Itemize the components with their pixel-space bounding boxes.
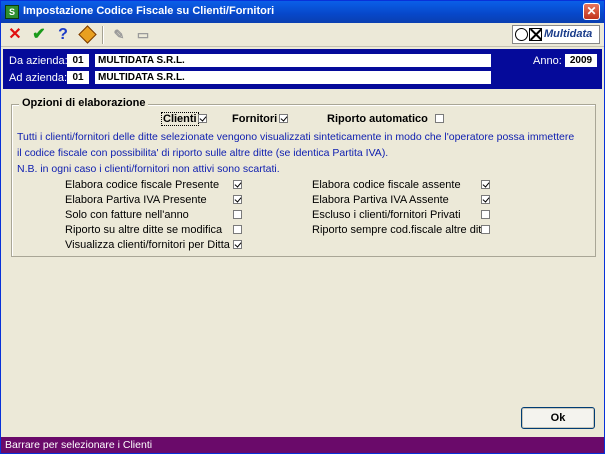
info-line-3: N.B. in ogni caso i clienti/fornitori no…: [17, 163, 280, 175]
ok-button[interactable]: Ok: [521, 407, 595, 429]
screen-button[interactable]: ▭: [133, 25, 153, 45]
info-line-1: Tutti i clienti/fornitori delle ditte se…: [17, 131, 575, 143]
da-azienda-code-field[interactable]: 01: [67, 54, 89, 67]
riporto-sempre-cf-checkbox[interactable]: [481, 225, 490, 234]
visualizza-per-ditta-checkbox[interactable]: [233, 240, 242, 249]
riporto-altre-ditte-checkbox[interactable]: [233, 225, 242, 234]
elabora-cf-presente-label: Elabora codice fiscale Presente: [65, 179, 220, 191]
app-icon: S: [5, 5, 19, 19]
close-button[interactable]: ✕: [583, 3, 600, 20]
window-title: Impostazione Codice Fiscale su Clienti/F…: [23, 5, 275, 17]
x-icon: ✕: [8, 26, 22, 43]
brand-circle-icon: [515, 28, 528, 41]
anno-label: Anno:: [533, 55, 562, 67]
elabora-cf-presente-checkbox[interactable]: [233, 180, 242, 189]
elabora-piva-assente-label: Elabora Partiva IVA Assente: [312, 194, 449, 206]
elabora-cf-assente-checkbox[interactable]: [481, 180, 490, 189]
options-group-title: Opzioni di elaborazione: [19, 97, 149, 109]
ad-azienda-code-field[interactable]: 01: [67, 71, 89, 84]
visualizza-per-ditta-label: Visualizza clienti/fornitori per Ditta: [65, 239, 230, 251]
fornitori-label: Fornitori: [232, 113, 278, 125]
elabora-piva-assente-checkbox[interactable]: [481, 195, 490, 204]
ad-azienda-name-field: MULTIDATA S.R.L.: [95, 71, 491, 84]
riporto-altre-ditte-label: Riporto su altre ditte se modifica: [65, 224, 223, 236]
cancel-button[interactable]: ✕: [5, 25, 25, 45]
clienti-checkbox[interactable]: [198, 114, 207, 123]
tool-button[interactable]: [77, 25, 97, 45]
checkmark-icon: ✔: [32, 26, 46, 43]
brand-x-box-icon: [529, 28, 542, 41]
elabora-cf-assente-label: Elabora codice fiscale assente: [312, 179, 461, 191]
clienti-label: Clienti: [161, 112, 199, 126]
status-bar: Barrare per selezionare i Clienti: [1, 437, 604, 453]
escluso-privati-checkbox[interactable]: [481, 210, 490, 219]
edit-button[interactable]: ✎: [109, 25, 129, 45]
notepad-icon: ✎: [113, 27, 125, 42]
title-bar[interactable]: S Impostazione Codice Fiscale su Clienti…: [1, 1, 604, 23]
solo-fatture-anno-checkbox[interactable]: [233, 210, 242, 219]
elabora-piva-presente-label: Elabora Partiva IVA Presente: [65, 194, 207, 206]
confirm-button[interactable]: ✔: [29, 25, 49, 45]
solo-fatture-anno-label: Solo con fatture nell'anno: [65, 209, 189, 221]
ad-azienda-label: Ad azienda:: [9, 72, 68, 84]
info-line-2: il codice fiscale con possibilita' di ri…: [17, 147, 389, 159]
fornitori-checkbox[interactable]: [279, 114, 288, 123]
brand-text: Multidata: [544, 28, 593, 40]
application-window: S Impostazione Codice Fiscale su Clienti…: [0, 0, 605, 454]
company-header-panel: Da azienda: 01 MULTIDATA S.R.L. Ad azien…: [3, 49, 602, 89]
da-azienda-label: Da azienda:: [9, 55, 68, 67]
riporto-automatico-checkbox[interactable]: [435, 114, 444, 123]
riporto-sempre-cf-label: Riporto sempre cod.fiscale altre ditte: [312, 224, 491, 236]
diamond-tool-icon: [77, 25, 97, 44]
anno-field[interactable]: 2009: [565, 54, 597, 67]
riporto-automatico-label: Riporto automatico: [327, 113, 428, 125]
toolbar: ✕ ✔ ? ✎ ▭ Multidata: [1, 23, 604, 47]
toolbar-separator: [102, 26, 104, 44]
question-icon: ?: [58, 26, 68, 43]
close-icon: ✕: [586, 4, 597, 18]
elabora-piva-presente-checkbox[interactable]: [233, 195, 242, 204]
brand-logo: Multidata: [512, 25, 600, 44]
monitor-icon: ▭: [136, 27, 150, 42]
help-button[interactable]: ?: [53, 25, 73, 45]
escluso-privati-label: Escluso i clienti/fornitori Privati: [312, 209, 461, 221]
da-azienda-name-field: MULTIDATA S.R.L.: [95, 54, 491, 67]
